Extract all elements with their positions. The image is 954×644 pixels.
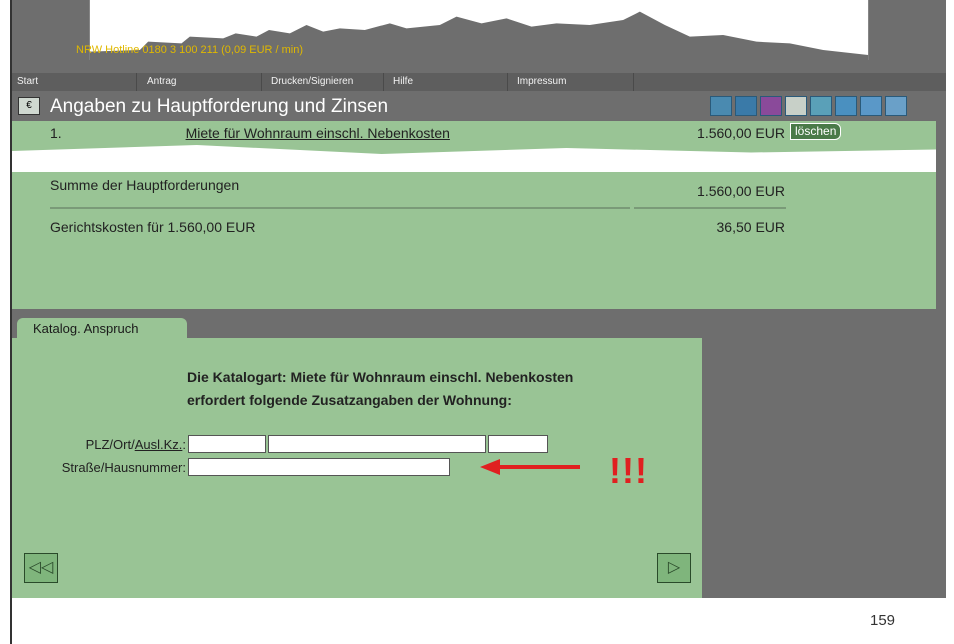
next-button[interactable]: ▷ (657, 553, 691, 583)
menu-item-start[interactable]: Start (12, 73, 137, 91)
city-input[interactable] (268, 435, 486, 453)
info-line: erfordert folgende Zusatzangaben der Woh… (187, 392, 512, 408)
hotline-text: NRW Hotline 0180 3 100 211 (0,09 EUR / m… (76, 44, 304, 56)
plz-input[interactable] (188, 435, 266, 453)
court-costs-value: 36,50 EUR (716, 219, 785, 235)
divider (50, 207, 630, 209)
plz-label: PLZ/Ort/Ausl.Kz.: (20, 437, 186, 452)
page-title: Angaben zu Hauptforderung und Zinsen (50, 96, 389, 117)
plz-label-text: PLZ/Ort/ (85, 437, 135, 452)
menu-item-drucken[interactable]: Drucken/Signieren (266, 73, 384, 91)
people-icon[interactable] (710, 96, 732, 116)
menu-item-impressum[interactable]: Impressum (512, 73, 634, 91)
sum-value: 1.560,00 EUR (697, 183, 785, 199)
help-icon[interactable] (810, 96, 832, 116)
info-text: Die Katalogart: Miete für Wohnraum einsc… (187, 366, 573, 412)
red-arrow (480, 459, 500, 475)
page-number: 159 (870, 612, 896, 629)
save-icon[interactable] (885, 96, 907, 116)
info-line: Die Katalogart: Miete für Wohnraum einsc… (187, 369, 574, 385)
person-icon[interactable] (735, 96, 757, 116)
menu-item-hilfe[interactable]: Hilfe (388, 73, 508, 91)
toolbar (710, 96, 907, 116)
plz-label-colon: : (182, 437, 186, 452)
red-arrow-shaft (498, 465, 580, 469)
tab-catalog-claim[interactable]: Katalog. Anspruch (17, 318, 187, 340)
country-code-input[interactable] (488, 435, 548, 453)
person-icon[interactable] (760, 96, 782, 116)
court-costs-label: Gerichtskosten für 1.560,00 EUR (50, 219, 256, 235)
street-input[interactable] (188, 458, 450, 476)
menu-item-antrag[interactable]: Antrag (142, 73, 262, 91)
annotation-exclamation: !!! (609, 450, 648, 491)
claim-row: 1. Miete für Wohnraum einschl. Nebenkost… (50, 125, 450, 141)
delete-button[interactable]: löschen (790, 123, 842, 140)
sum-label: Summe der Hauptforderungen (50, 177, 240, 193)
street-label: Straße/Hausnummer: (61, 460, 186, 475)
menu-bar: Start Antrag Drucken/Signieren Hilfe Imp… (12, 73, 946, 91)
document-icon[interactable] (860, 96, 882, 116)
country-code-link[interactable]: Ausl.Kz. (135, 437, 183, 452)
claim-number: 1. (50, 125, 62, 141)
claim-link[interactable]: Miete für Wohnraum einschl. Nebenkosten (186, 125, 450, 141)
claim-value: 1.560,00 EUR (697, 125, 785, 141)
list-icon[interactable] (835, 96, 857, 116)
money-icon: € (18, 97, 40, 115)
divider (634, 207, 786, 209)
back-button[interactable]: ◁◁ (24, 553, 58, 583)
money-icon[interactable] (785, 96, 807, 116)
